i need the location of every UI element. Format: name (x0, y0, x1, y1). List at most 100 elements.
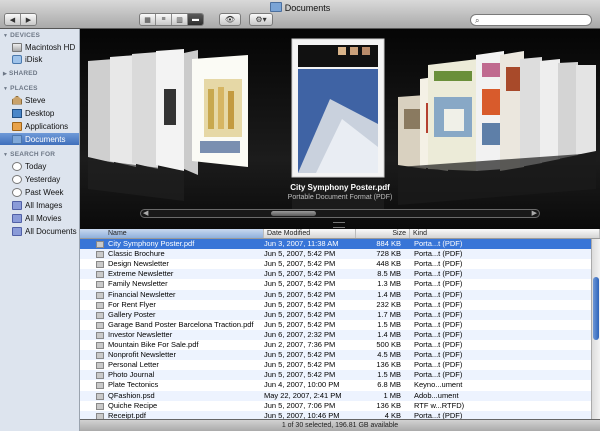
forward-button[interactable]: ▶ (21, 14, 36, 25)
sidebar-item-all-images[interactable]: All Images (0, 199, 79, 211)
list-scrollbar[interactable] (591, 239, 600, 419)
document-icon (96, 281, 104, 289)
sidebar-item-applications[interactable]: Applications (0, 120, 79, 132)
sidebar: ▼ DEVICES Macintosh HD iDisk ▶ SHARED ▼ PLA… (0, 29, 80, 431)
table-row[interactable]: City Symphony Poster.pdf Jun 3, 2007, 11:… (80, 239, 600, 250)
action-button[interactable]: ⚙▾ (249, 13, 273, 26)
file-size: 448 KB (376, 259, 401, 269)
quick-look-button[interactable]: 👁 (219, 13, 241, 26)
sidebar-item-label: All Movies (25, 213, 62, 223)
table-row[interactable]: Classic Brochure Jun 5, 2007, 5:42 PM 728 … (80, 249, 600, 260)
table-row[interactable]: Receipt.pdf Jun 5, 2007, 10:46 PM 4 KB Port… (80, 410, 600, 419)
file-kind: Porta...t (PDF) (414, 370, 463, 380)
table-row[interactable]: Photo Journal Jun 5, 2007, 5:42 PM 1.5 MB P… (80, 370, 600, 381)
cover-item[interactable] (520, 57, 542, 167)
sidebar-section-search-for: ▼ SEARCH FOR (3, 151, 56, 158)
cover-flow-scrollbar[interactable]: ◀ ▶ (140, 209, 540, 218)
column-header-name[interactable]: Name (80, 229, 264, 238)
sidebar-item-steve[interactable]: Steve (0, 94, 79, 106)
file-name: Classic Brochure (108, 249, 165, 259)
search-input[interactable] (484, 15, 584, 25)
file-kind: Porta...t (PDF) (414, 340, 463, 349)
sidebar-item-all-movies[interactable]: All Movies (0, 212, 79, 224)
file-size: 1.5 MB (377, 370, 401, 380)
table-row[interactable]: Mountain Bike For Sale.pdf Jun 2, 2007, 7… (80, 340, 600, 350)
column-view-button[interactable]: ▥ (172, 14, 188, 25)
list-scroll-thumb[interactable] (593, 277, 599, 340)
sidebar-item-yesterday[interactable]: Yesterday (0, 173, 79, 185)
table-row[interactable]: Extreme Newsletter Jun 5, 2007, 5:42 PM 8.… (80, 269, 600, 280)
table-row[interactable]: Gallery Poster Jun 5, 2007, 5:42 PM 1.7 MB… (80, 309, 600, 320)
document-icon (96, 251, 104, 259)
date-modified: Jun 5, 2007, 5:42 PM (264, 289, 336, 299)
scroll-right-icon[interactable]: ▶ (532, 209, 537, 217)
file-name: City Symphony Poster.pdf (108, 239, 195, 248)
file-size: 500 KB (376, 340, 401, 349)
sidebar-item-today[interactable]: Today (0, 160, 79, 172)
file-size: 1 MB (383, 390, 401, 400)
cover-flow-caption-kind: Portable Document Format (PDF) (287, 194, 393, 201)
search-field[interactable]: ⌕ (470, 14, 592, 26)
sidebar-item-label: All Documents (25, 226, 77, 236)
date-modified: Jun 5, 2007, 5:42 PM (264, 279, 336, 289)
sidebar-section-shared: ▶ SHARED (3, 70, 38, 77)
table-row[interactable]: QFashion.psd May 22, 2007, 2:41 PM 1 MB Ado… (80, 390, 600, 401)
file-kind: Porta...t (PDF) (414, 239, 463, 248)
sidebar-item-macintosh-hd[interactable]: Macintosh HD (0, 41, 79, 53)
table-row[interactable]: Investor Newsletter Jun 6, 2007, 2:32 PM 1… (80, 329, 600, 340)
smart-folder-icon (12, 200, 22, 210)
sidebar-item-desktop[interactable]: Desktop (0, 107, 79, 119)
resize-grip[interactable] (333, 222, 345, 228)
back-button[interactable]: ◀ (5, 14, 21, 25)
table-row[interactable]: Plate Tectonics Jun 4, 2007, 10:00 PM 6.8 … (80, 380, 600, 390)
file-size: 4 KB (384, 410, 401, 419)
file-size: 884 KB (376, 239, 401, 248)
file-name: Family Newsletter (108, 279, 168, 289)
sidebar-item-all-documents[interactable]: All Documents (0, 225, 79, 237)
icon-view-button[interactable]: ▦ (140, 14, 156, 25)
table-row[interactable]: Garage Band Poster Barcelona Traction.pd… (80, 320, 600, 330)
file-name: Gallery Poster (108, 309, 156, 319)
table-row[interactable]: Design Newsletter Jun 5, 2007, 5:42 PM 448… (80, 259, 600, 269)
file-kind: Porta...t (PDF) (414, 309, 463, 319)
sidebar-item-past-week[interactable]: Past Week (0, 186, 79, 198)
table-row[interactable]: For Rent Flyer Jun 5, 2007, 5:42 PM 232 KB… (80, 300, 600, 310)
sidebar-item-label: Macintosh HD (25, 42, 76, 52)
table-row[interactable]: Financial Newsletter Jun 5, 2007, 5:42 PM… (80, 289, 600, 300)
sidebar-item-label: Desktop (25, 108, 55, 118)
cover-item[interactable] (558, 62, 578, 159)
document-icon (96, 362, 104, 370)
file-size: 1.4 MB (377, 329, 401, 339)
cover-item[interactable] (540, 59, 560, 163)
back-forward-buttons: ◀ ▶ (4, 13, 37, 26)
scroll-left-icon[interactable]: ◀ (143, 209, 148, 217)
file-size: 136 KB (376, 360, 401, 370)
file-kind: Porta...t (PDF) (414, 350, 463, 360)
date-modified: Jun 5, 2007, 5:42 PM (264, 269, 336, 279)
cover-item[interactable] (576, 65, 596, 155)
list-view-button[interactable]: ≡ (156, 14, 172, 25)
column-header-kind[interactable]: Kind (410, 229, 600, 238)
table-row[interactable]: Personal Letter Jun 5, 2007, 5:42 PM 136 K… (80, 360, 600, 370)
sidebar-item-idisk[interactable]: iDisk (0, 53, 79, 65)
section-label: DEVICES (10, 32, 41, 39)
table-row[interactable]: Quiche Recipe Jun 5, 2007, 7:06 PM 136 KB R… (80, 401, 600, 411)
file-size: 1.4 MB (377, 289, 401, 299)
hard-drive-icon (12, 42, 22, 52)
file-name: Nonprofit Newsletter (108, 350, 176, 360)
cover-flow-view-button[interactable]: ▬ (188, 14, 203, 25)
smart-folder-icon (12, 226, 22, 236)
table-row[interactable]: Nonprofit Newsletter Jun 5, 2007, 5:42 PM… (80, 350, 600, 361)
sidebar-item-label: Steve (25, 95, 46, 105)
column-header-date-modified[interactable]: Date Modified (264, 229, 356, 238)
search-icon: ⌕ (475, 16, 480, 25)
date-modified: Jun 5, 2007, 5:42 PM (264, 309, 336, 319)
column-header-size[interactable]: Size (356, 229, 410, 238)
cover-flow-scroll-thumb[interactable] (271, 211, 316, 216)
cover-item[interactable] (132, 52, 158, 169)
date-modified: Jun 6, 2007, 2:32 PM (264, 329, 336, 339)
sidebar-item-documents[interactable]: Documents (0, 133, 79, 145)
file-list: Name Date Modified Size Kind City Sympho… (80, 229, 600, 419)
table-row[interactable]: Family Newsletter Jun 5, 2007, 5:42 PM 1.3… (80, 279, 600, 289)
file-kind: Porta...t (PDF) (414, 299, 463, 309)
